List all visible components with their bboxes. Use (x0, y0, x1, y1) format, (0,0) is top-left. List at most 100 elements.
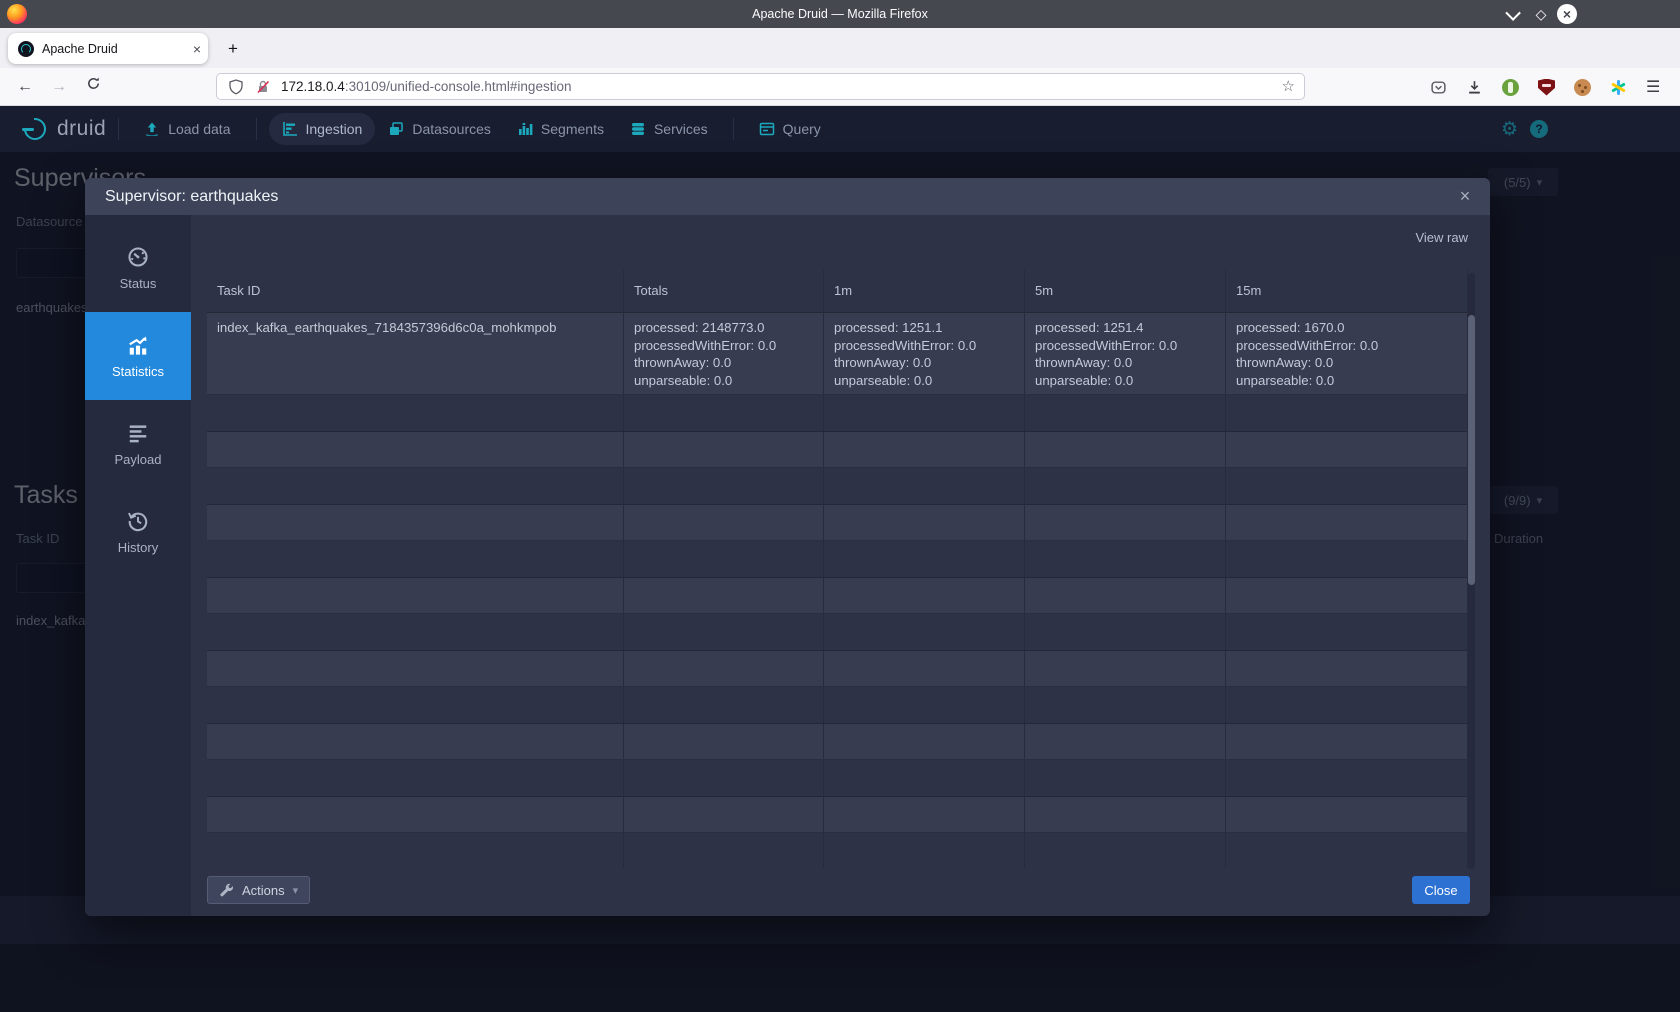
url-host: 172.18.0.4 (281, 79, 345, 94)
column-header-5m[interactable]: 5m (1024, 270, 1225, 312)
empty-cell (1225, 541, 1467, 577)
nav-item-services[interactable]: Services (617, 113, 721, 145)
table-scrollbar[interactable] (1468, 273, 1475, 869)
druid-logo-icon (22, 116, 48, 142)
window-close-button[interactable]: × (1557, 4, 1577, 24)
nav-item-ingestion[interactable]: Ingestion (269, 113, 376, 145)
maximize-button[interactable]: ◇ (1530, 4, 1552, 24)
url-path: :30109/unified-console.html#ingestion (345, 79, 572, 94)
bookmark-star-icon[interactable]: ☆ (1282, 77, 1295, 95)
empty-cell (1024, 614, 1225, 650)
empty-cell (1024, 724, 1225, 760)
column-header-task-id[interactable]: Task ID (207, 270, 623, 312)
stat-line: thrownAway: 0.0 (1035, 354, 1217, 372)
database-icon (630, 121, 646, 137)
table-row-empty (207, 760, 1467, 797)
minimize-button[interactable] (1503, 4, 1525, 24)
empty-cell (623, 651, 823, 687)
lock-crossed-icon[interactable] (255, 79, 271, 95)
druid-navbar: druid Load data Ingestion Da (0, 106, 1680, 152)
ublock-origin-icon[interactable] (1538, 79, 1555, 96)
empty-cell (823, 651, 1024, 687)
empty-cell (623, 505, 823, 541)
wrench-icon (219, 883, 234, 898)
stat-line: processedWithError: 0.0 (1236, 337, 1459, 355)
empty-cell (207, 468, 623, 504)
druid-favicon-icon (18, 41, 34, 57)
url-bar[interactable]: 172.18.0.4:30109/unified-console.html#in… (216, 73, 1305, 100)
tab-label: Statistics (112, 364, 164, 379)
privacy-badger-icon[interactable] (1502, 79, 1519, 96)
table-row-empty (207, 724, 1467, 761)
application-icon (759, 121, 775, 137)
column-header-1m[interactable]: 1m (823, 270, 1024, 312)
stats-table: Task ID Totals 1m 5m 15m index_kafka_ear… (207, 270, 1468, 869)
nav-item-segments[interactable]: Segments (504, 113, 617, 145)
nav-divider (256, 118, 257, 140)
stats-table-body: index_kafka_earthquakes_7184357396d6c0a_… (207, 313, 1467, 869)
multi-account-containers-icon[interactable] (1610, 79, 1627, 96)
reload-icon (86, 76, 101, 91)
tab-statistics[interactable]: Statistics (85, 312, 191, 400)
view-raw-link[interactable]: View raw (1415, 230, 1468, 245)
nav-item-query[interactable]: Query (746, 113, 834, 145)
cell-task-id: index_kafka_earthquakes_7184357396d6c0a_… (207, 313, 623, 394)
menu-icon[interactable]: ☰ (1646, 79, 1660, 96)
navbar-right: ⚙ ? (1501, 118, 1548, 141)
column-header-totals[interactable]: Totals (623, 270, 823, 312)
help-icon[interactable]: ? (1530, 120, 1548, 138)
forward-button[interactable]: → (46, 74, 72, 100)
nav-item-datasources[interactable]: Datasources (375, 113, 504, 145)
empty-cell (1225, 687, 1467, 723)
empty-cell (207, 614, 623, 650)
close-button[interactable]: Close (1412, 876, 1470, 904)
stat-line: thrownAway: 0.0 (834, 354, 1016, 372)
empty-cell (623, 395, 823, 431)
browser-tab[interactable]: Apache Druid × (8, 33, 208, 64)
empty-cell (1225, 724, 1467, 760)
actions-button[interactable]: Actions ▾ (207, 876, 310, 904)
shield-icon[interactable] (228, 79, 244, 95)
empty-cell (823, 505, 1024, 541)
dialog-close-icon[interactable]: × (1452, 184, 1478, 210)
tab-status[interactable]: Status (85, 224, 191, 312)
pocket-icon[interactable] (1430, 79, 1447, 96)
druid-logo[interactable]: druid (22, 116, 106, 142)
dialog-side-tabs: Status Statistics Pay (85, 215, 191, 916)
empty-cell (1225, 432, 1467, 468)
tab-payload[interactable]: Payload (85, 400, 191, 488)
toolbar-extensions: ☰ (1430, 74, 1660, 100)
nav-item-label: Ingestion (306, 121, 363, 137)
empty-cell (1225, 797, 1467, 833)
stat-line: thrownAway: 0.0 (1236, 354, 1459, 372)
empty-cell (823, 833, 1024, 869)
scrollbar-thumb[interactable] (1468, 315, 1475, 585)
reload-button[interactable] (80, 74, 106, 100)
gear-icon[interactable]: ⚙ (1501, 118, 1518, 141)
table-row-empty (207, 687, 1467, 724)
nav-item-load-data[interactable]: Load data (131, 113, 243, 145)
tab-history[interactable]: History (85, 488, 191, 576)
back-button[interactable]: ← (12, 74, 38, 100)
downloads-icon[interactable] (1466, 79, 1483, 96)
empty-cell (207, 578, 623, 614)
gantt-chart-icon (282, 121, 298, 137)
nav-item-label: Services (654, 121, 708, 137)
table-row-empty (207, 651, 1467, 688)
empty-cell (623, 797, 823, 833)
column-header-15m[interactable]: 15m (1225, 270, 1467, 312)
new-tab-button[interactable]: + (220, 36, 246, 62)
table-row-empty (207, 541, 1467, 578)
nav-item-label: Load data (168, 121, 230, 137)
tab-close-icon[interactable]: × (186, 41, 208, 57)
empty-cell (1225, 578, 1467, 614)
empty-cell (207, 651, 623, 687)
empty-cell (623, 687, 823, 723)
empty-cell (823, 614, 1024, 650)
empty-cell (1024, 432, 1225, 468)
empty-cell (823, 760, 1024, 796)
stat-line: processed: 1670.0 (1236, 319, 1459, 337)
cookie-autodelete-icon[interactable] (1574, 79, 1591, 96)
supervisor-dialog: Supervisor: earthquakes × Status (85, 178, 1490, 916)
window-titlebar: Apache Druid — Mozilla Firefox ◇ × (0, 0, 1680, 28)
